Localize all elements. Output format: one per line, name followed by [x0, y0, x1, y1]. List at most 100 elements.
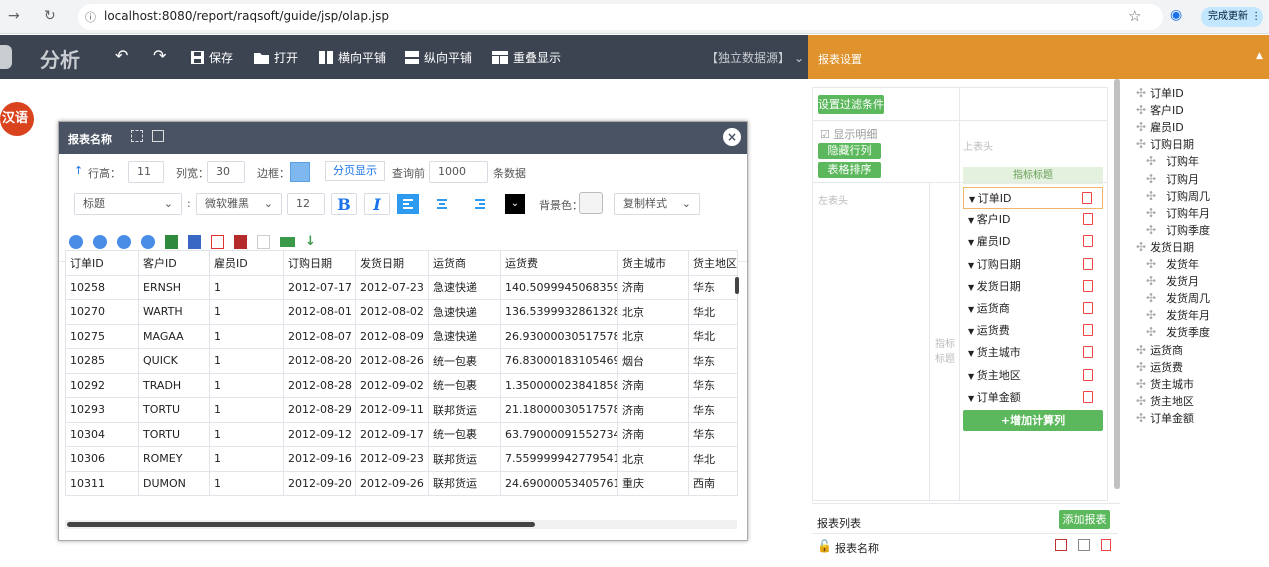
- bookmark-star-icon[interactable]: ☆: [1128, 7, 1141, 25]
- drag-handle-icon[interactable]: ✣: [1146, 291, 1156, 305]
- trash-icon[interactable]: [1083, 257, 1093, 270]
- table-cell[interactable]: 济南: [617, 274, 689, 300]
- reload-icon[interactable]: ↻: [44, 8, 56, 24]
- up-arrow-icon[interactable]: ↑: [74, 164, 83, 177]
- table-cell[interactable]: 华北: [688, 446, 738, 472]
- drag-handle-icon[interactable]: ✣: [1146, 257, 1156, 271]
- show-detail-checkbox[interactable]: ☑ 显示明细: [820, 126, 877, 142]
- table-sort-button[interactable]: 表格排序: [818, 162, 881, 178]
- drag-handle-icon[interactable]: ✣: [1136, 394, 1146, 408]
- last-page-icon[interactable]: [141, 234, 155, 249]
- drag-handle-icon[interactable]: ✣: [1136, 360, 1146, 374]
- table-cell[interactable]: 1: [209, 446, 284, 472]
- table-cell[interactable]: 济南: [617, 421, 689, 447]
- drag-handle-icon[interactable]: ✣: [1146, 206, 1156, 220]
- selected-field-item[interactable]: ▼ 订购日期: [963, 254, 1103, 276]
- horizontal-tile-button[interactable]: 横向平铺: [318, 49, 386, 66]
- selected-field-item[interactable]: ▼ 运货费: [963, 320, 1103, 342]
- table-cell[interactable]: 2012-09-02: [355, 372, 429, 398]
- table-row[interactable]: 10275 MAGAA 1 2012-08-07 2012-08-09 急速快递 26.93…: [65, 323, 738, 349]
- datasource-select[interactable]: 【独立数据源】 ⌄: [706, 49, 804, 66]
- table-cell[interactable]: 重庆: [617, 470, 689, 496]
- table-cell[interactable]: 10306: [65, 446, 139, 472]
- table-cell[interactable]: 10270: [65, 299, 139, 325]
- table-cell[interactable]: 华东: [688, 397, 738, 423]
- dropdown-arrow-icon[interactable]: ▼: [968, 238, 977, 247]
- field-tree-item[interactable]: ✣ 订购周几: [1146, 188, 1210, 204]
- chart-icon[interactable]: [1055, 539, 1067, 551]
- field-tree-item[interactable]: ✣ 发货年月: [1146, 307, 1210, 323]
- trash-icon[interactable]: [1083, 279, 1093, 292]
- trash-icon[interactable]: [1083, 368, 1093, 381]
- trash-icon[interactable]: [1082, 192, 1092, 204]
- dropdown-arrow-icon[interactable]: ▼: [969, 195, 978, 204]
- add-report-button[interactable]: 添加报表: [1059, 510, 1110, 529]
- overlap-button[interactable]: 重叠显示: [491, 49, 561, 66]
- column-header[interactable]: 雇员ID: [209, 250, 284, 276]
- undo-icon[interactable]: ↶: [115, 46, 128, 65]
- profile-icon[interactable]: ◉: [1170, 7, 1182, 23]
- prev-page-icon[interactable]: [93, 234, 107, 249]
- update-button[interactable]: 完成更新 ⋮: [1201, 7, 1263, 27]
- col-width-input[interactable]: 30: [207, 161, 245, 183]
- field-tree-item[interactable]: ✣ 运货费: [1136, 359, 1183, 375]
- trash-icon[interactable]: [1083, 302, 1093, 314]
- table-cell[interactable]: 1: [209, 397, 284, 423]
- dropdown-arrow-icon[interactable]: ▼: [968, 216, 977, 225]
- table-cell[interactable]: 1: [209, 348, 284, 374]
- language-badge[interactable]: 汉语: [0, 102, 34, 136]
- table-cell[interactable]: 烟台: [617, 348, 689, 374]
- table-cell[interactable]: 2012-09-26: [355, 470, 429, 496]
- table-cell[interactable]: 10304: [65, 421, 139, 447]
- word-export-icon[interactable]: [188, 234, 201, 249]
- table-cell[interactable]: 济南: [617, 372, 689, 398]
- close-icon[interactable]: ×: [723, 128, 741, 146]
- table-cell[interactable]: 26.93000030517578: [500, 323, 618, 349]
- table-row[interactable]: 10285 QUICK 1 2012-08-20 2012-08-26 统一包裹 76.83…: [65, 348, 738, 374]
- trash-icon[interactable]: [1083, 235, 1093, 248]
- selected-field-item[interactable]: ▼ 货主地区: [963, 365, 1103, 387]
- table-cell[interactable]: TORTU: [138, 397, 210, 423]
- bold-button[interactable]: B: [331, 193, 357, 215]
- table-cell[interactable]: 10293: [65, 397, 139, 423]
- table-cell[interactable]: 2012-07-23: [355, 274, 429, 300]
- table-cell[interactable]: 华北: [688, 323, 738, 349]
- download-arrow-icon[interactable]: ↓: [305, 234, 316, 249]
- table-cell[interactable]: TRADH: [138, 372, 210, 398]
- drag-handle-icon[interactable]: ✣: [1136, 86, 1146, 100]
- table-cell[interactable]: 21.18000030517578: [500, 397, 618, 423]
- field-tree-item[interactable]: ✣ 发货年: [1146, 256, 1199, 272]
- table-cell[interactable]: ERNSH: [138, 274, 210, 300]
- copy-style-select[interactable]: 复制样式 ⌄: [614, 193, 700, 215]
- add-calc-column-button[interactable]: +增加计算列: [963, 410, 1103, 431]
- table-cell[interactable]: 7.559999942779541: [500, 446, 618, 472]
- drag-handle-icon[interactable]: ✣: [1146, 154, 1156, 168]
- edit-icon[interactable]: [1078, 539, 1090, 551]
- table-cell[interactable]: 联邦货运: [428, 470, 501, 496]
- table-cell[interactable]: ROMEY: [138, 446, 210, 472]
- field-tree-item[interactable]: ✣ 发货季度: [1146, 324, 1210, 340]
- table-cell[interactable]: 2012-09-11: [355, 397, 429, 423]
- drag-handle-icon[interactable]: ✣: [1146, 189, 1156, 203]
- table-cell[interactable]: 2012-08-07: [283, 323, 356, 349]
- table-cell[interactable]: 10258: [65, 274, 139, 300]
- table-cell[interactable]: 10285: [65, 348, 139, 374]
- horizontal-scrollbar[interactable]: [67, 522, 535, 527]
- csv-export-icon[interactable]: [280, 236, 295, 247]
- query-count-input[interactable]: 1000: [429, 161, 488, 183]
- column-header[interactable]: 发货日期: [355, 250, 429, 276]
- column-header[interactable]: 运货费: [500, 250, 618, 276]
- table-cell[interactable]: 华东: [688, 348, 738, 374]
- field-tree-item[interactable]: ✣ 发货月: [1146, 273, 1199, 289]
- collapse-icon[interactable]: ▲: [1256, 51, 1263, 61]
- table-row[interactable]: 10292 TRADH 1 2012-08-28 2012-09-02 统一包裹 1.350…: [65, 372, 738, 398]
- field-tree-item[interactable]: ✣ 订购季度: [1146, 222, 1210, 238]
- panel-scrollbar[interactable]: [1114, 79, 1120, 489]
- table-cell[interactable]: 2012-08-20: [283, 348, 356, 374]
- selected-field-item[interactable]: ▼ 订单金额: [963, 387, 1103, 409]
- trash-icon[interactable]: [1083, 213, 1093, 226]
- selected-field-item[interactable]: ▼ 雇员ID: [963, 231, 1103, 253]
- dropdown-arrow-icon[interactable]: ▼: [968, 327, 977, 336]
- report-window-header[interactable]: 报表名称 ×: [59, 122, 747, 154]
- table-cell[interactable]: 2012-08-02: [355, 299, 429, 325]
